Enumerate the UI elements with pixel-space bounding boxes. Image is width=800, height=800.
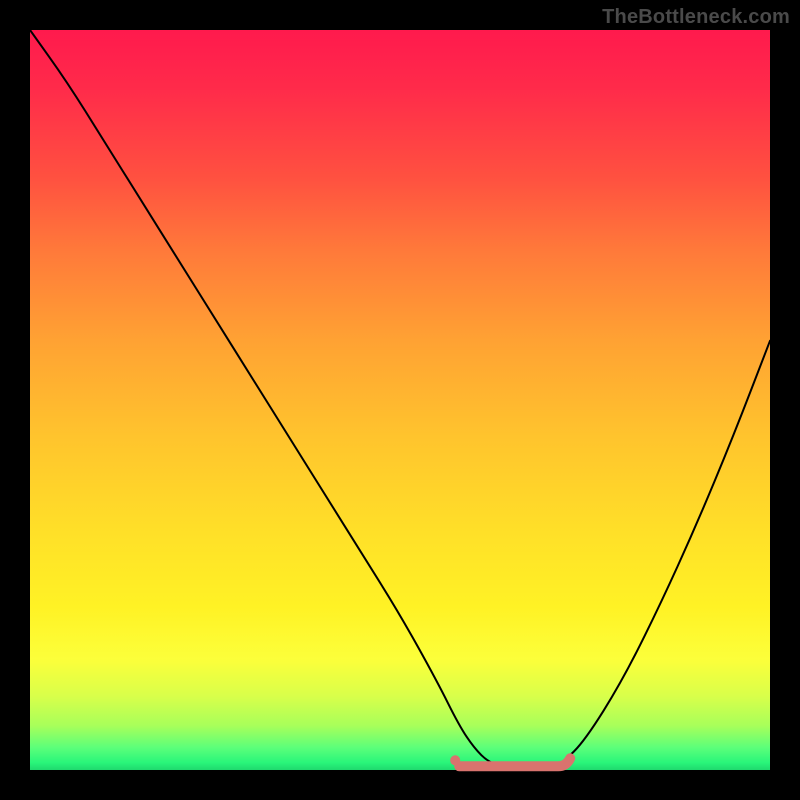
optimal-flat-marker bbox=[450, 755, 570, 766]
chart-frame: TheBottleneck.com bbox=[0, 0, 800, 800]
curve-layer bbox=[30, 30, 770, 770]
optimal-flat-start-dot bbox=[450, 755, 460, 765]
optimal-flat-line bbox=[459, 758, 570, 766]
bottleneck-curve bbox=[30, 30, 770, 770]
watermark-text: TheBottleneck.com bbox=[602, 6, 790, 29]
gradient-plot-area bbox=[30, 30, 770, 770]
